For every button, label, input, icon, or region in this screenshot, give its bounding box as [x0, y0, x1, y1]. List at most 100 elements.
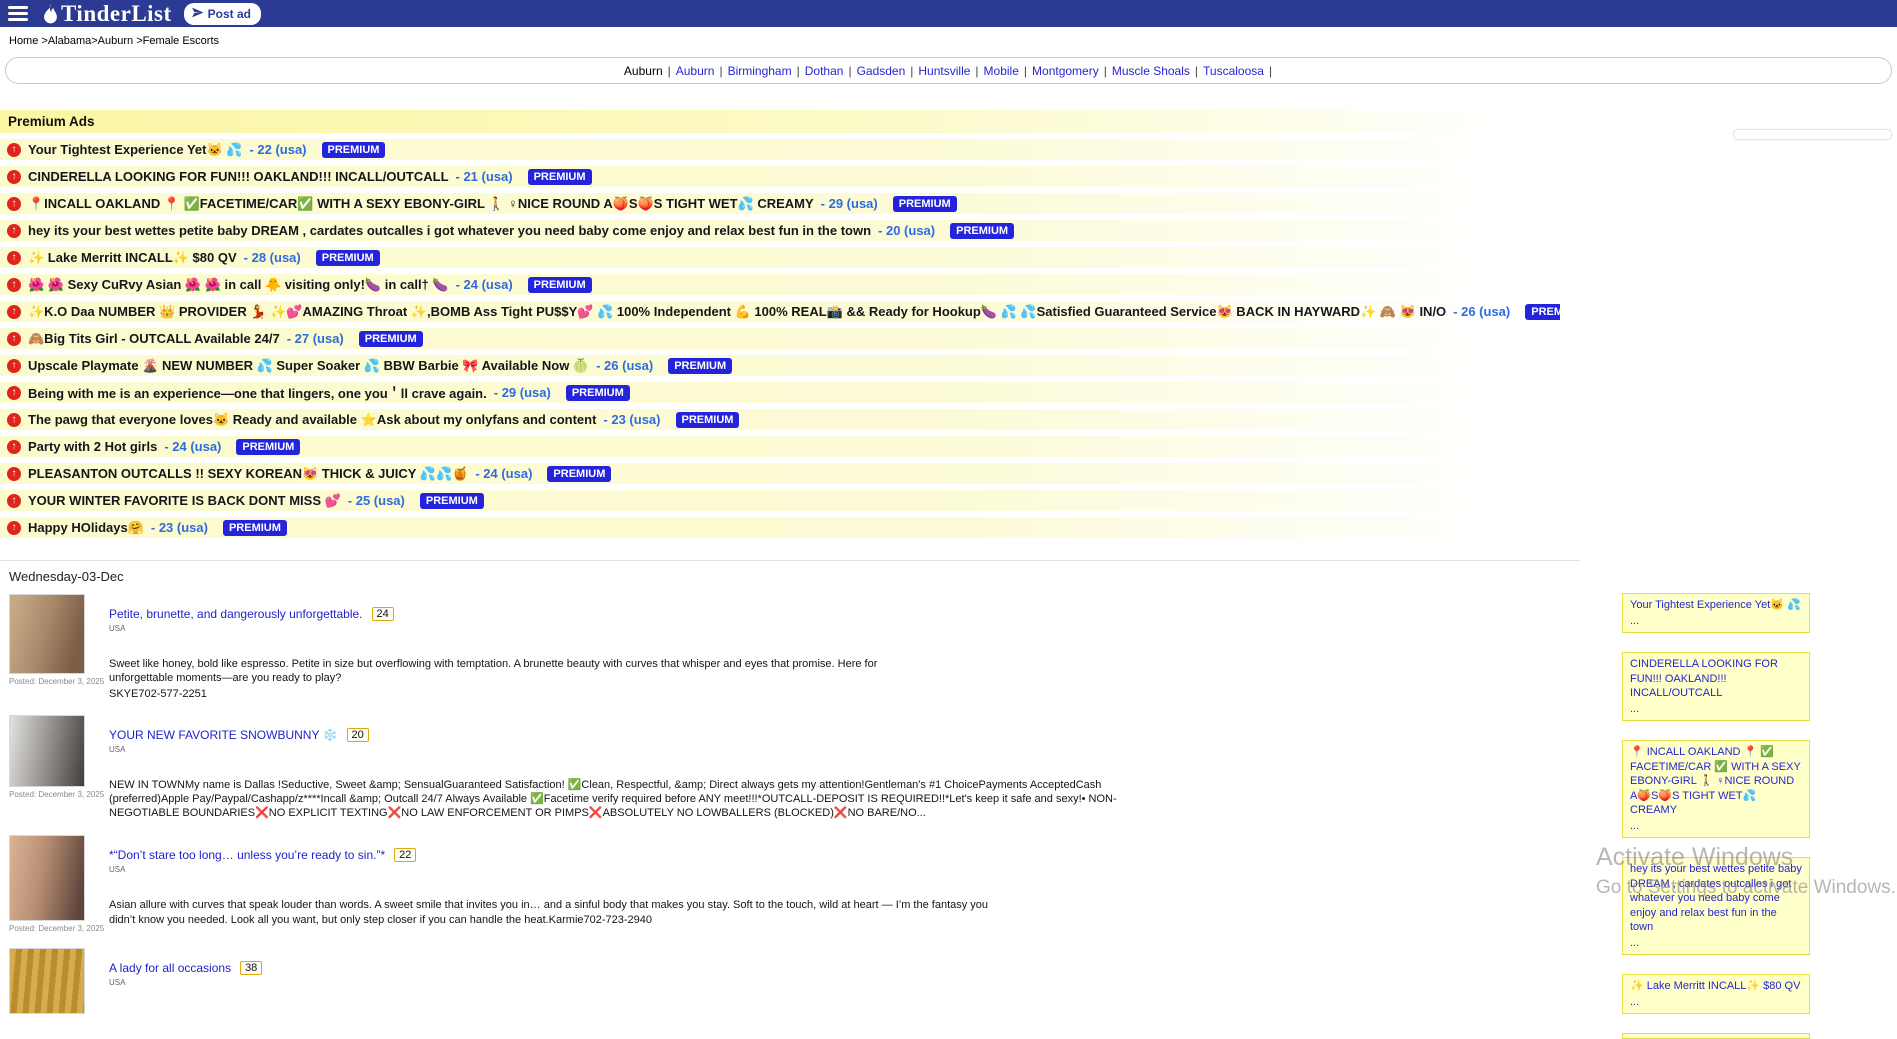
- age-badge: 22: [394, 848, 416, 862]
- premium-badge: PREMIUM: [420, 493, 484, 509]
- listing-description: Sweet like honey, bold like espresso. Pe…: [109, 657, 909, 686]
- country-label: USA: [109, 865, 1014, 874]
- premium-ads-section: Premium Ads ↑ Your Tightest Experience Y…: [0, 110, 1897, 538]
- premium-ad-title[interactable]: YOUR WINTER FAVORITE IS BACK DONT MISS 💕: [28, 493, 341, 509]
- premium-badge: PREMIUM: [359, 331, 423, 347]
- premium-ad-row[interactable]: ↑ PLEASANTON OUTCALLS !! SEXY KOREAN😻 TH…: [0, 463, 1560, 484]
- up-arrow-icon: ↑: [7, 386, 21, 400]
- premium-ad-meta: - 29 (usa): [494, 385, 551, 400]
- premium-ad-row[interactable]: ↑ CINDERELLA LOOKING FOR FUN!!! OAKLAND!…: [0, 166, 1560, 187]
- up-arrow-icon: ↑: [7, 359, 21, 373]
- sidebar-ad-more[interactable]: ...: [1630, 995, 1802, 1010]
- premium-ad-row[interactable]: ↑ Happy HOlidays🤗 - 23 (usa) PREMIUM: [0, 517, 1560, 538]
- site-logo[interactable]: TinderList: [42, 2, 172, 25]
- city-link-huntsville[interactable]: Huntsville: [918, 64, 970, 78]
- premium-ad-row[interactable]: ↑ Upscale Playmate 🌋 NEW NUMBER 💦 Super …: [0, 355, 1560, 376]
- premium-ad-title[interactable]: 📍INCALL OAKLAND 📍 ✅FACETIME/CAR✅ WITH A …: [28, 196, 814, 212]
- sidebar-ad-title[interactable]: 📍 INCALL OAKLAND 📍 ✅ FACETIME/CAR ✅ WITH…: [1630, 745, 1802, 818]
- premium-ad-title[interactable]: ✨K.O Daa NUMBER 👑 PROVIDER 💃 ✨💕AMAZING T…: [28, 304, 1446, 320]
- separator: |: [1269, 64, 1272, 78]
- sidebar-ad-more[interactable]: ...: [1630, 819, 1802, 834]
- breadcrumb[interactable]: Home >Alabama>Auburn >Female Escorts: [0, 27, 1897, 47]
- premium-ad-row[interactable]: ↑ Party with 2 Hot girls - 24 (usa) PREM…: [0, 436, 1560, 457]
- premium-ad-row[interactable]: ↑ hey its your best wettes petite baby D…: [0, 220, 1560, 241]
- city-link-auburn[interactable]: Auburn: [676, 64, 715, 78]
- premium-ad-title[interactable]: PLEASANTON OUTCALLS !! SEXY KOREAN😻 THIC…: [28, 466, 468, 482]
- posted-date: Posted: December 3, 2025: [9, 924, 93, 933]
- age-badge: 24: [372, 607, 394, 621]
- premium-ad-row[interactable]: ↑ Your Tightest Experience Yet🐱 💦 - 22 (…: [0, 139, 1560, 160]
- paper-plane-icon: [191, 6, 204, 22]
- premium-ad-title[interactable]: Your Tightest Experience Yet🐱 💦: [28, 142, 242, 158]
- listing-photo[interactable]: [9, 835, 85, 921]
- premium-ad-title[interactable]: Party with 2 Hot girls: [28, 439, 157, 454]
- premium-ad-row[interactable]: ↑ The pawg that everyone loves🐱 Ready an…: [0, 409, 1560, 430]
- listing-title-link[interactable]: A lady for all occasions: [109, 961, 231, 975]
- sidebar-ad-title[interactable]: CINDERELLA LOOKING FOR FUN!!! OAKLAND!!!…: [1630, 657, 1802, 701]
- separator: |: [1195, 64, 1198, 78]
- listing-photo[interactable]: [9, 948, 85, 1014]
- premium-ad-title[interactable]: The pawg that everyone loves🐱 Ready and …: [28, 412, 596, 428]
- city-link-mobile[interactable]: Mobile: [984, 64, 1019, 78]
- sidebar-ad-box[interactable]: Your Tightest Experience Yet🐱 💦 ...: [1622, 593, 1810, 633]
- up-arrow-icon: ↑: [7, 521, 21, 535]
- city-link-gadsden[interactable]: Gadsden: [857, 64, 906, 78]
- premium-ad-meta: - 24 (usa): [456, 277, 513, 292]
- city-link-muscle-shoals[interactable]: Muscle Shoals: [1112, 64, 1190, 78]
- listing-photo[interactable]: [9, 594, 85, 674]
- premium-ad-title[interactable]: Being with me is an experience—one that …: [28, 383, 487, 402]
- premium-badge: PREMIUM: [676, 412, 740, 428]
- city-link-birmingham[interactable]: Birmingham: [728, 64, 792, 78]
- premium-ad-title[interactable]: CINDERELLA LOOKING FOR FUN!!! OAKLAND!!!…: [28, 169, 449, 184]
- city-link-dothan[interactable]: Dothan: [805, 64, 844, 78]
- listing-photo[interactable]: [9, 715, 85, 787]
- listing-title-link[interactable]: *“Don’t stare too long… unless you’re re…: [109, 848, 385, 862]
- top-right-scroll-bar[interactable]: [1733, 129, 1892, 140]
- premium-ad-meta: - 29 (usa): [821, 196, 878, 211]
- sidebar-ad-box[interactable]: ✨ Lake Merritt INCALL✨ $80 QV ...: [1622, 974, 1810, 1014]
- listing-item: Posted: December 3, 2025 YOUR NEW FAVORI…: [9, 715, 1897, 821]
- sidebar-ad-box[interactable]: CINDERELLA LOOKING FOR FUN!!! OAKLAND!!!…: [1622, 652, 1810, 721]
- premium-badge: PREMIUM: [236, 439, 300, 455]
- sidebar-ad-box[interactable]: 📍 INCALL OAKLAND 📍 ✅ FACETIME/CAR ✅ WITH…: [1622, 740, 1810, 838]
- sidebar-ad-more[interactable]: ...: [1630, 614, 1802, 629]
- premium-ad-title[interactable]: ✨ Lake Merritt INCALL✨ $80 QV: [28, 250, 237, 266]
- premium-ad-meta: - 25 (usa): [348, 493, 405, 508]
- sidebar-ad-box[interactable]: hey its your best wettes petite baby DRE…: [1622, 857, 1810, 955]
- premium-ad-row[interactable]: ↑ ✨ Lake Merritt INCALL✨ $80 QV - 28 (us…: [0, 247, 1560, 268]
- premium-ad-row[interactable]: ↑ 🙈Big Tits Girl - OUTCALL Available 24/…: [0, 328, 1560, 349]
- premium-ad-row[interactable]: ↑ 🌺 🌺 Sexy CuRvy Asian 🌺 🌺 in call 🐥 vis…: [0, 274, 1560, 295]
- premium-ad-row[interactable]: ↑ Being with me is an experience—one tha…: [0, 382, 1560, 403]
- hamburger-menu-icon[interactable]: [6, 4, 30, 23]
- city-link-montgomery[interactable]: Montgomery: [1032, 64, 1099, 78]
- premium-ad-title[interactable]: Upscale Playmate 🌋 NEW NUMBER 💦 Super So…: [28, 358, 589, 374]
- premium-ad-row[interactable]: ↑ YOUR WINTER FAVORITE IS BACK DONT MISS…: [0, 490, 1560, 511]
- city-link-tuscaloosa[interactable]: Tuscaloosa: [1203, 64, 1264, 78]
- premium-ad-meta: - 21 (usa): [456, 169, 513, 184]
- listing-title-link[interactable]: YOUR NEW FAVORITE SNOWBUNNY ❄️: [109, 728, 338, 742]
- age-badge: 20: [347, 728, 369, 742]
- sidebar-ad-more[interactable]: ...: [1630, 702, 1802, 717]
- premium-ad-row[interactable]: ↑ ✨K.O Daa NUMBER 👑 PROVIDER 💃 ✨💕AMAZING…: [0, 301, 1560, 322]
- sidebar-ad-title[interactable]: hey its your best wettes petite baby DRE…: [1630, 862, 1802, 935]
- premium-ad-title[interactable]: 🙈Big Tits Girl - OUTCALL Available 24/7: [28, 331, 280, 347]
- sidebar-ad-box[interactable]: [1622, 1033, 1810, 1039]
- top-navigation-bar: TinderList Post ad: [0, 0, 1897, 27]
- sidebar-ad-title[interactable]: Your Tightest Experience Yet🐱 💦: [1630, 598, 1802, 613]
- premium-ad-title[interactable]: 🌺 🌺 Sexy CuRvy Asian 🌺 🌺 in call 🐥 visit…: [28, 277, 449, 293]
- premium-ad-meta: - 26 (usa): [596, 358, 653, 373]
- premium-badge: PREMIUM: [528, 169, 592, 185]
- country-label: USA: [109, 745, 1119, 754]
- premium-ad-title[interactable]: hey its your best wettes petite baby DRE…: [28, 223, 871, 238]
- premium-ad-title[interactable]: Happy HOlidays🤗: [28, 520, 144, 536]
- listing-title-link[interactable]: Petite, brunette, and dangerously unforg…: [109, 607, 363, 621]
- post-ad-label: Post ad: [208, 7, 251, 21]
- sidebar-ad-title[interactable]: ✨ Lake Merritt INCALL✨ $80 QV: [1630, 979, 1802, 994]
- premium-badge: PREMIUM: [547, 466, 611, 482]
- post-ad-button[interactable]: Post ad: [184, 3, 261, 25]
- sidebar-ad-more[interactable]: ...: [1630, 936, 1802, 951]
- up-arrow-icon: ↑: [7, 197, 21, 211]
- separator: |: [1024, 64, 1027, 78]
- premium-ad-row[interactable]: ↑ 📍INCALL OAKLAND 📍 ✅FACETIME/CAR✅ WITH …: [0, 193, 1560, 214]
- up-arrow-icon: ↑: [7, 305, 21, 319]
